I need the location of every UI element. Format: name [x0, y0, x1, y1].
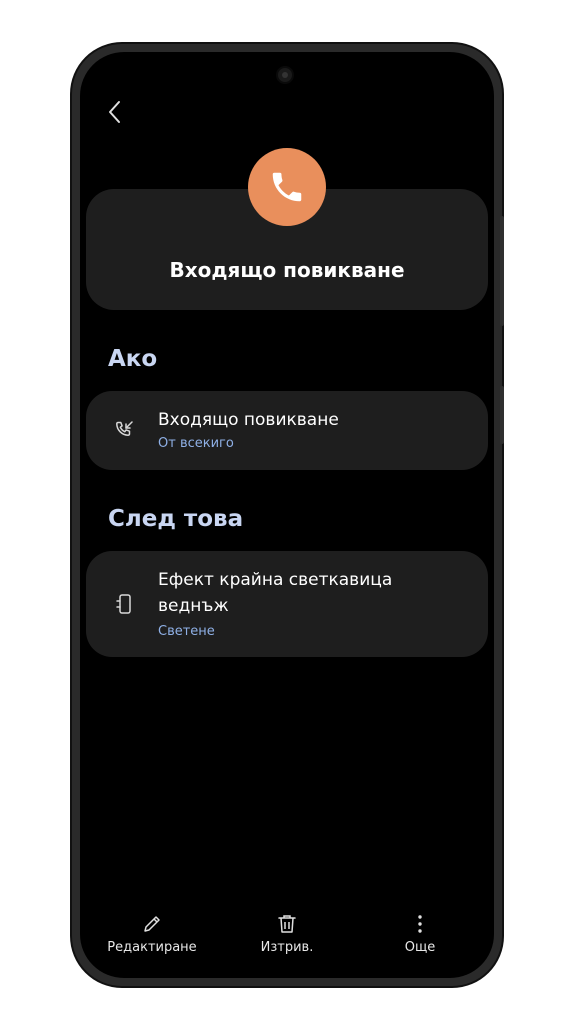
routine-title: Входящо повикване [169, 258, 405, 282]
then-action-card[interactable]: Ефект крайна светкавица веднъж Светене [86, 551, 488, 657]
screen: Входящо повикване Ако Входящо повикване … [80, 52, 494, 978]
more-vertical-icon [418, 915, 422, 933]
if-condition-subtitle: От всекиго [158, 436, 234, 451]
bottom-action-bar: Редактиране Изтрив. Още [80, 912, 494, 962]
phone-flash-icon [112, 592, 136, 616]
more-label: Още [404, 940, 436, 955]
chevron-left-icon [109, 101, 120, 123]
phone-icon [248, 148, 326, 226]
pencil-icon [144, 916, 160, 932]
then-action-title: Ефект крайна светкавица веднъж [158, 570, 393, 616]
delete-button[interactable]: Изтрив. [237, 912, 337, 962]
trash-icon [278, 915, 296, 933]
if-condition-title: Входящо повикване [158, 410, 339, 430]
then-action-subtitle: Светене [158, 624, 215, 639]
edit-label: Редактиране [107, 940, 197, 955]
then-section-title: След това [108, 506, 244, 532]
edit-button[interactable]: Редактиране [102, 912, 202, 962]
if-condition-card[interactable]: Входящо повикване От всекиго [86, 391, 488, 470]
power-button [500, 386, 504, 444]
if-section-title: Ако [108, 346, 158, 372]
delete-label: Изтрив. [260, 940, 314, 955]
more-button[interactable]: Още [370, 912, 470, 962]
volume-button [500, 216, 504, 326]
phone-frame: Входящо повикване Ако Входящо повикване … [72, 44, 504, 986]
front-camera [276, 66, 294, 84]
incoming-call-icon [112, 418, 136, 442]
back-button[interactable] [102, 96, 130, 128]
